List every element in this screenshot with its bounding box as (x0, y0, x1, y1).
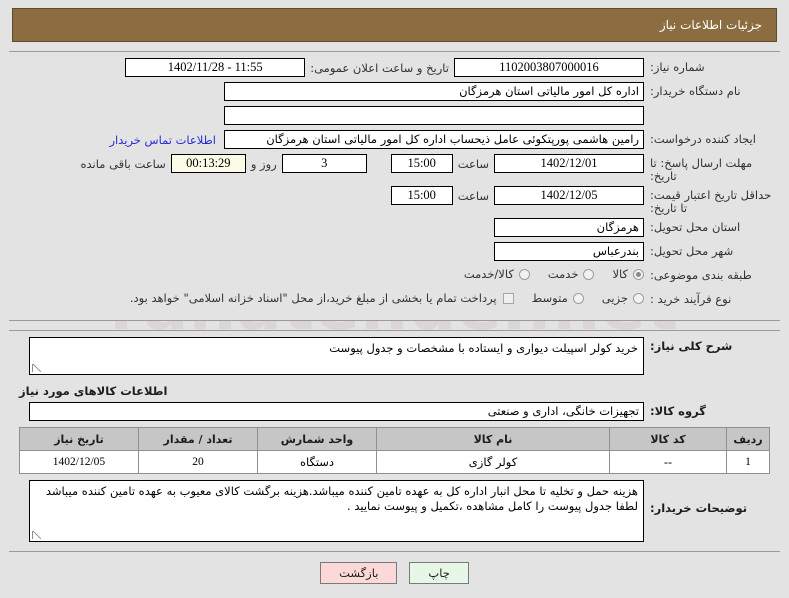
creator-value: رامین هاشمی پورپتکوئی عامل ذیحساب اداره … (224, 130, 644, 149)
header-container: جزئیات اطلاعات نیاز (0, 0, 789, 42)
checkbox-icon[interactable] (502, 292, 514, 304)
row-blank (9, 106, 780, 127)
need-description-textarea[interactable]: خرید کولر اسپیلت دیواری و ایستاده با مشخ… (29, 337, 644, 375)
category-option-khedmat[interactable]: خدمت (548, 267, 595, 281)
deadline-date-value: 1402/12/01 (494, 154, 644, 173)
goods-section-title: اطلاعات کالاهای مورد نیاز (19, 384, 168, 398)
process-type-label: نوع فرآیند خرید : (650, 292, 732, 306)
cell-name: کولر گازی (376, 450, 610, 474)
col-qty: تعداد / مقدار (138, 427, 258, 451)
buyer-org-label: نام دستگاه خریدار: (650, 84, 741, 98)
remaining-days-value: 3 (281, 154, 367, 173)
row-creator: ایجاد کننده درخواست: رامین هاشمی پورپتکو… (9, 130, 780, 151)
row-price-validity: حداقل تاریخ اعتبار قیمت: تا تاریخ: 1402/… (9, 186, 780, 215)
price-validity-date-value: 1402/12/05 (494, 186, 644, 205)
announce-datetime-value: 11:55 - 1402/11/28 (125, 58, 306, 77)
price-validity-hour-label: ساعت (457, 189, 489, 203)
process-option-motevaset[interactable]: متوسط (532, 291, 584, 305)
category-option-label: کالا/خدمت (463, 267, 514, 281)
row-buyer-org: نام دستگاه خریدار: اداره کل امور مالیاتی… (9, 82, 780, 103)
countdown-timer: 00:13:29 (170, 154, 246, 173)
col-code: کد کالا (609, 427, 727, 451)
deadline-time-value: 15:00 (390, 154, 453, 173)
treasury-checkbox-label: پرداخت تمام یا بخشی از مبلغ خرید،از محل … (129, 291, 497, 305)
goods-group-value: تجهیزات خانگی، اداری و صنعتی (29, 402, 644, 421)
province-value: هرمزگان (494, 218, 644, 237)
buyer-org-value: اداره کل امور مالیاتی استان هرمزگان (224, 82, 644, 101)
header-bar: جزئیات اطلاعات نیاز (12, 8, 777, 42)
category-option-kala[interactable]: کالا (612, 267, 644, 281)
creator-label: ایجاد کننده درخواست: (650, 132, 756, 146)
city-label: شهر محل تحویل: (650, 244, 734, 258)
deadline-hour-label: ساعت (457, 157, 489, 171)
radio-icon[interactable] (583, 268, 595, 280)
table-row: 1 -- کولر گازی دستگاه 20 1402/12/05 (19, 450, 770, 474)
treasury-checkbox-item[interactable]: پرداخت تمام یا بخشی از مبلغ خرید،از محل … (130, 291, 514, 305)
price-validity-label: حداقل تاریخ اعتبار قیمت: تا تاریخ: (650, 188, 772, 215)
radio-icon[interactable] (572, 292, 584, 304)
col-unit: واحد شمارش (257, 427, 377, 451)
category-option-label: کالا (612, 267, 628, 281)
goods-table-head: ردیف کد کالا نام کالا واحد شمارش تعداد /… (19, 427, 770, 451)
need-info-panel: شماره نیاز: 1102003807000016 تاریخ و ساع… (9, 51, 780, 321)
col-name: نام کالا (376, 427, 610, 451)
row-process-type: نوع فرآیند خرید : جزیی متوسط پرداخت تمام… (9, 290, 780, 311)
blank-value (224, 106, 644, 125)
row-need-description: شرح کلی نیاز: خرید کولر اسپیلت دیواری و … (9, 337, 780, 375)
deadline-label: مهلت ارسال پاسخ: تا تاریخ: (650, 156, 753, 183)
process-option-label: متوسط (531, 291, 568, 305)
cell-row: 1 (726, 450, 770, 474)
buyer-contact-link[interactable]: اطلاعات تماس خریدار (101, 130, 224, 147)
row-need-number: شماره نیاز: 1102003807000016 تاریخ و ساع… (9, 58, 780, 79)
cell-code: -- (609, 450, 727, 474)
row-buyer-notes: توضیحات خریدار: هزینه حمل و تخلیه تا محل… (9, 480, 780, 542)
goods-table: ردیف کد کالا نام کالا واحد شمارش تعداد /… (19, 427, 770, 474)
goods-table-container: ردیف کد کالا نام کالا واحد شمارش تعداد /… (19, 427, 770, 474)
need-number-value: 1102003807000016 (454, 58, 644, 77)
announce-datetime-label: تاریخ و ساعت اعلان عمومی: (310, 61, 449, 75)
page-title: جزئیات اطلاعات نیاز (659, 18, 762, 32)
countdown-label: ساعت باقی مانده (80, 157, 166, 171)
col-date: تاریخ نیاز (19, 427, 139, 451)
category-label: طبقه بندی موضوعی: (650, 268, 752, 282)
buyer-notes-label: توضیحات خریدار: (650, 501, 748, 515)
city-value: بندرعباس (494, 242, 644, 261)
goods-group-label: گروه کالا: (650, 404, 706, 418)
radio-icon-selected[interactable] (633, 268, 644, 280)
price-validity-time-value: 15:00 (390, 186, 453, 205)
row-city: شهر محل تحویل: بندرعباس (9, 242, 780, 263)
footer-button-bar: چاپ بازگشت (0, 552, 789, 584)
row-category: طبقه بندی موضوعی: کالا خدمت کالا/خدمت (9, 266, 780, 287)
need-description-label: شرح کلی نیاز: (650, 339, 733, 353)
table-header-row: ردیف کد کالا نام کالا واحد شمارش تعداد /… (19, 427, 770, 451)
process-option-jozi[interactable]: جزیی (602, 291, 644, 305)
process-radio-group: جزیی متوسط پرداخت تمام یا بخشی از مبلغ خ… (112, 290, 644, 305)
goods-table-body: 1 -- کولر گازی دستگاه 20 1402/12/05 (19, 450, 770, 474)
page-root: rahatender.net جزئیات اطلاعات نیاز شماره… (0, 0, 789, 598)
radio-icon[interactable] (633, 292, 644, 304)
province-label: استان محل تحویل: (650, 220, 741, 234)
category-option-label: خدمت (547, 267, 579, 281)
row-deadline: مهلت ارسال پاسخ: تا تاریخ: 1402/12/01 سا… (9, 154, 780, 183)
cell-date: 1402/12/05 (19, 450, 139, 474)
blank-label (644, 106, 776, 109)
back-button[interactable]: بازگشت (320, 562, 398, 584)
buyer-notes-textarea[interactable]: هزینه حمل و تخلیه تا محل انبار اداره کل … (29, 480, 644, 542)
radio-icon[interactable] (518, 268, 530, 280)
row-goods-group: گروه کالا: تجهیزات خانگی، اداری و صنعتی (9, 402, 780, 423)
category-option-kala-khedmat[interactable]: کالا/خدمت (464, 267, 530, 281)
cell-qty: 20 (138, 450, 258, 474)
col-row: ردیف (726, 427, 770, 451)
row-province: استان محل تحویل: هرمزگان (9, 218, 780, 239)
category-radio-group: کالا خدمت کالا/خدمت (446, 266, 644, 281)
need-number-label: شماره نیاز: (650, 60, 705, 74)
print-button[interactable]: چاپ (409, 562, 469, 584)
need-description-panel: شرح کلی نیاز: خرید کولر اسپیلت دیواری و … (9, 330, 780, 552)
process-option-label: جزیی (601, 291, 628, 305)
cell-unit: دستگاه (257, 450, 377, 474)
remaining-days-label: روز و (250, 157, 277, 171)
